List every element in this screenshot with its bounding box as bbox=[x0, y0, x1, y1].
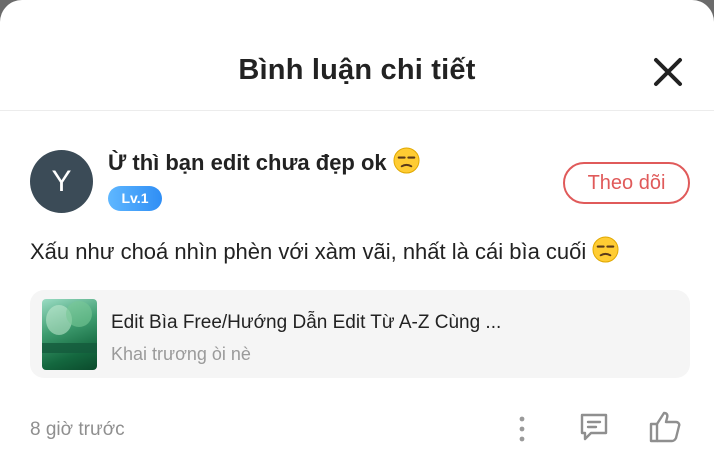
comment-detail-sheet: Bình luận chi tiết Y Ừ thì bạn edit chưa… bbox=[0, 0, 714, 468]
post-thumbnail bbox=[42, 299, 97, 370]
unamused-face-icon bbox=[592, 236, 619, 263]
more-vertical-icon[interactable] bbox=[510, 414, 534, 444]
reply-icon[interactable] bbox=[577, 410, 611, 444]
level-badge: Lv.1 bbox=[108, 186, 162, 211]
comment-text: Xấu như choá nhìn phèn với xàm vãi, nhất… bbox=[30, 239, 587, 264]
follow-button[interactable]: Theo dõi bbox=[563, 162, 690, 204]
modal-title: Bình luận chi tiết bbox=[238, 54, 476, 86]
avatar[interactable]: Y bbox=[30, 150, 93, 213]
linked-post-title: Edit Bìa Free/Hướng Dẫn Edit Từ A-Z Cùng… bbox=[111, 312, 502, 333]
unamused-face-icon bbox=[393, 147, 420, 174]
username-text: Ừ thì bạn edit chưa đẹp ok bbox=[108, 150, 387, 175]
modal-header: Bình luận chi tiết bbox=[0, 0, 714, 111]
comment-body: Xấu như choá nhìn phèn với xàm vãi, nhất… bbox=[30, 236, 619, 265]
linked-post-subtitle: Khai trương òi nè bbox=[111, 344, 251, 364]
comment-username[interactable]: Ừ thì bạn edit chưa đẹp ok bbox=[108, 147, 420, 176]
linked-post-card[interactable]: Edit Bìa Free/Hướng Dẫn Edit Từ A-Z Cùng… bbox=[30, 290, 690, 378]
close-icon[interactable] bbox=[648, 52, 688, 92]
comment-timestamp: 8 giờ trước bbox=[30, 419, 125, 440]
like-icon[interactable] bbox=[647, 409, 683, 445]
